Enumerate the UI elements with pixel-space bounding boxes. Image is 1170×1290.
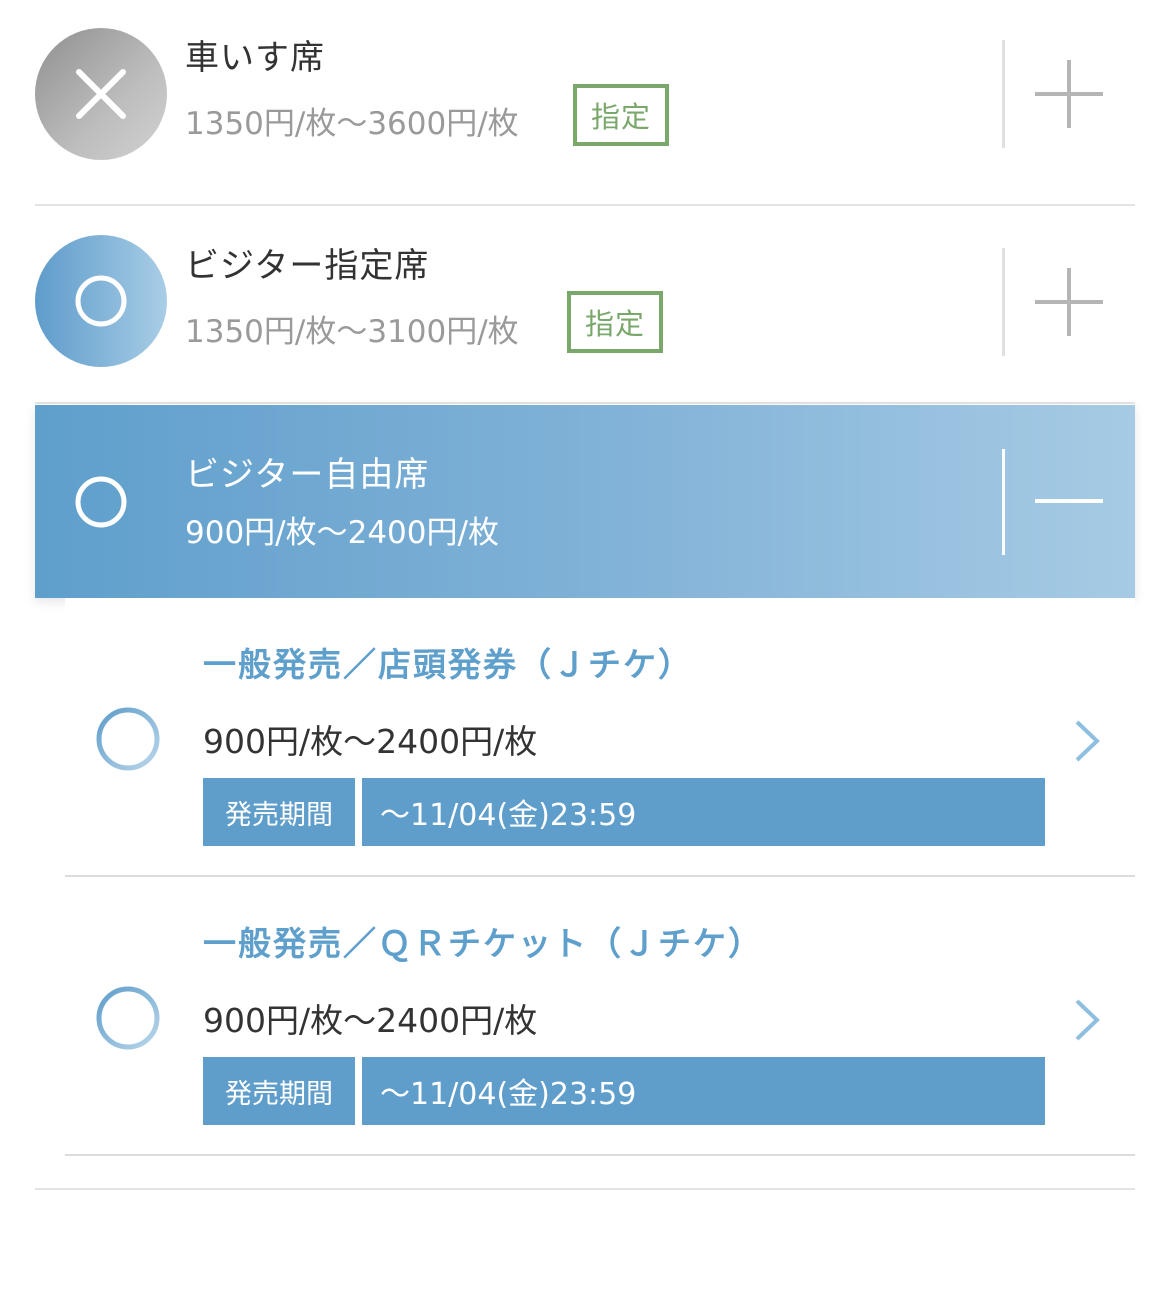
seat-row-visitor-reserved[interactable]: ビジター指定席 1350円/枚〜3100円/枚 指定 [35,206,1135,404]
ticket-options-panel: 一般発売／店頭発券（Ｊチケ） 900円/枚〜2400円/枚 発売期間 〜11/0… [65,598,1135,1158]
sale-period-label: 発売期間 [203,778,355,846]
reserved-badge: 指定 [573,84,670,146]
ticket-option-price: 900円/枚〜2400円/枚 [203,1001,538,1040]
sale-period-value: 〜11/04(金)23:59 [362,778,1045,846]
chevron-right-icon[interactable] [1065,716,1105,766]
chevron-right-icon[interactable] [1065,995,1105,1045]
ticket-option-store[interactable]: 一般発売／店頭発券（Ｊチケ） 900円/枚〜2400円/枚 発売期間 〜11/0… [65,598,1135,877]
unavailable-x-icon [35,28,167,160]
seat-name: 車いす席 [185,38,325,78]
seat-name: ビジター自由席 [185,455,430,495]
seat-row-wheelchair[interactable]: 車いす席 1350円/枚〜3600円/枚 指定 [35,0,1135,206]
ticket-option-title: 一般発売／店頭発券（Ｊチケ） [203,645,693,684]
ticket-option-qr[interactable]: 一般発売／ＱＲチケット（Ｊチケ） 900円/枚〜2400円/枚 発売期間 〜11… [65,877,1135,1156]
expand-plus-button[interactable] [1035,268,1103,336]
collapse-minus-button[interactable] [1035,467,1103,535]
sale-period-label: 発売期間 [203,1057,355,1125]
divider [1002,40,1005,148]
sale-period-value: 〜11/04(金)23:59 [362,1057,1045,1125]
divider [1002,449,1005,555]
seat-row-visitor-free[interactable]: ビジター自由席 900円/枚〜2400円/枚 [35,405,1135,598]
ticket-option-price: 900円/枚〜2400円/枚 [203,722,538,761]
radio-circle-icon[interactable] [93,704,163,774]
radio-circle-icon[interactable] [93,983,163,1053]
seat-price: 900円/枚〜2400円/枚 [185,515,499,551]
section-divider [35,1188,1135,1190]
expand-plus-button[interactable] [1035,60,1103,128]
seat-price: 1350円/枚〜3600円/枚 [185,106,519,142]
available-circle-icon [35,235,167,367]
ticket-option-title: 一般発売／ＱＲチケット（Ｊチケ） [203,924,763,963]
available-circle-icon [35,436,167,568]
seat-price: 1350円/枚〜3100円/枚 [185,314,519,350]
divider [1002,248,1005,356]
seat-name: ビジター指定席 [185,246,430,286]
reserved-badge: 指定 [567,291,664,353]
